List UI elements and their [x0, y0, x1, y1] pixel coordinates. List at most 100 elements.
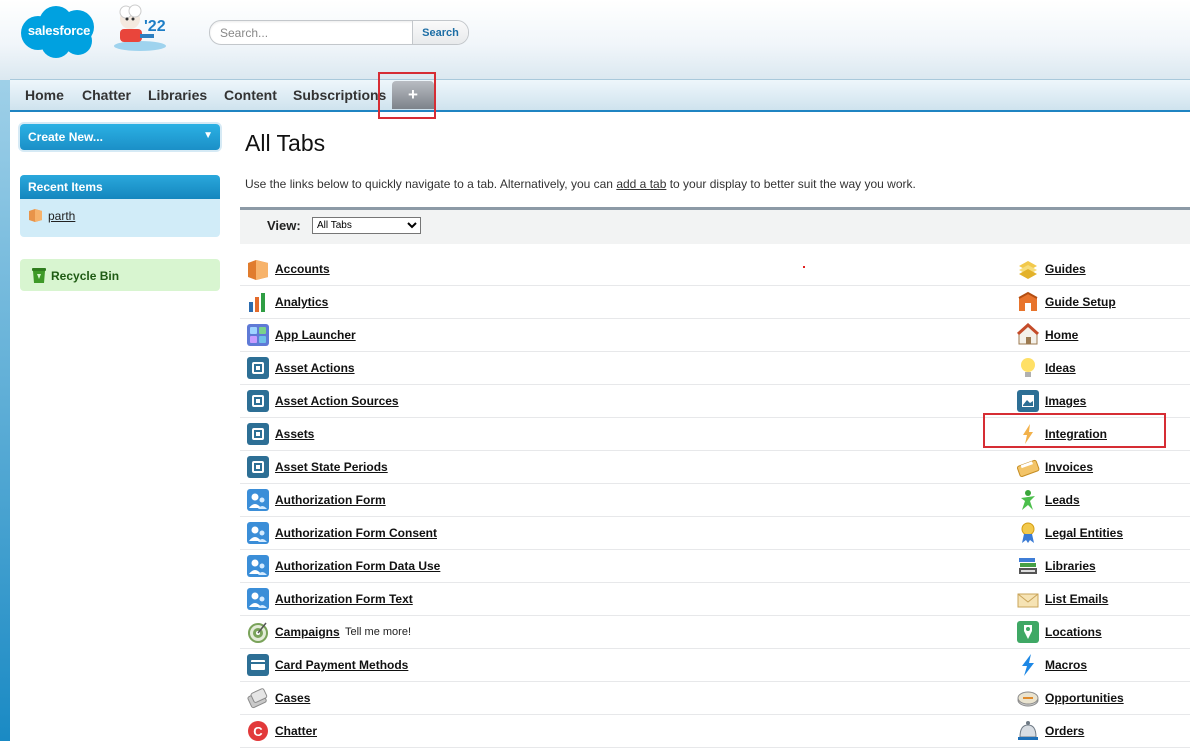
search-box: Search [209, 20, 469, 45]
view-bar: View: All Tabs [240, 210, 1190, 244]
view-select[interactable]: All Tabs [312, 217, 421, 234]
recent-items-title: Recent Items [28, 180, 103, 194]
highlight-box-integration [983, 413, 1166, 448]
red-dot [803, 266, 805, 268]
logo-text: salesforce [27, 23, 91, 38]
tab-link-label: Authorization Form Data Use [275, 559, 441, 573]
tab-list-row: Authorization Form Consent Legal Entities [240, 516, 1190, 550]
asset-icon [246, 455, 270, 479]
tab-link-label: Opportunities [1045, 691, 1124, 705]
tab-bar: Home Chatter Libraries Content Subscript… [10, 79, 1190, 112]
tab-list-row: Campaigns Tell me more! Locations [240, 615, 1190, 649]
tab-list-row: Authorization Form Text List Emails [240, 582, 1190, 616]
folder-icon [246, 257, 270, 281]
tab-link-label: Macros [1045, 658, 1088, 672]
tab-link-label: Asset State Periods [275, 460, 388, 474]
recent-item-label: parth [48, 209, 76, 223]
tab-list-row: Analytics Guide Setup [240, 285, 1190, 319]
tab-link-label: Asset Action Sources [275, 394, 399, 408]
view-label: View: [267, 218, 301, 233]
bell-icon [1016, 719, 1040, 743]
tab-subscriptions[interactable]: Subscriptions [293, 87, 386, 103]
tab-list-row: Cases Opportunities [240, 681, 1190, 715]
tab-link-label: Authorization Form Consent [275, 526, 437, 540]
search-button[interactable]: Search [412, 21, 468, 44]
tab-link-label: Leads [1045, 493, 1080, 507]
users-icon [246, 587, 270, 611]
coins-icon [1016, 686, 1040, 710]
asset-icon [246, 389, 270, 413]
tab-link-label: Locations [1045, 625, 1102, 639]
tab-content[interactable]: Content [224, 87, 277, 103]
tab-link-label: Accounts [275, 262, 330, 276]
library-icon [1016, 554, 1040, 578]
tab-link-label: Authorization Form [275, 493, 386, 507]
location-icon [1016, 620, 1040, 644]
tab-link-label: Legal Entities [1045, 526, 1124, 540]
caret-down-icon: ▼ [203, 130, 213, 141]
intro-text: Use the links below to quickly navigate … [245, 177, 916, 191]
users-icon [246, 521, 270, 545]
tab-link-label: Guides [1045, 262, 1086, 276]
tab-list-row: App Launcher Home [240, 318, 1190, 352]
tab-home[interactable]: Home [25, 87, 64, 103]
salesforce-logo[interactable]: salesforce [18, 5, 100, 59]
recent-items-header: Recent Items [20, 175, 220, 199]
tab-list-row: Asset Actions Ideas [240, 351, 1190, 385]
tab-link-label: Campaigns [275, 625, 340, 639]
person-icon [1016, 488, 1040, 512]
ribbon-icon [1016, 521, 1040, 545]
tab-link-label: App Launcher [275, 328, 356, 342]
header: salesforce '22 Search [0, 0, 1190, 80]
guides-icon [1016, 257, 1040, 281]
tab-list-panel: View: All Tabs Accounts Guides Analytics Gu… [240, 207, 1190, 748]
tab-list-row: Card Payment Methods Macros [240, 648, 1190, 682]
lightbulb-icon [1016, 356, 1040, 380]
tab-link-label: Libraries [1045, 559, 1096, 573]
tab-list-row: Accounts Guides [240, 252, 1190, 286]
search-input[interactable] [210, 21, 420, 44]
asset-icon [246, 422, 270, 446]
left-accent-strip [0, 80, 10, 741]
envelope-icon [1016, 587, 1040, 611]
images-icon [1016, 389, 1040, 413]
tab-link-label: Assets [275, 427, 315, 441]
account-folder-icon [29, 209, 42, 222]
recent-items-panel: Recent Items parth [20, 175, 220, 237]
house-icon [1016, 322, 1040, 347]
tab-link-label: Orders [1045, 724, 1085, 738]
chatter-icon: C [246, 719, 270, 743]
bar-chart-icon [246, 290, 270, 314]
asset-icon [246, 356, 270, 380]
cases-icon [246, 686, 270, 710]
release-label: '22 [144, 18, 166, 35]
tab-chatter[interactable]: Chatter [82, 87, 131, 103]
add-a-tab-link[interactable]: add a tab [616, 177, 666, 191]
create-new-label: Create New... [28, 130, 103, 144]
tab-libraries[interactable]: Libraries [148, 87, 207, 103]
tab-link-label: Cases [275, 691, 311, 705]
recycle-bin[interactable]: Recycle Bin [20, 259, 220, 291]
tab-list-row: C Chatter Orders [240, 714, 1190, 748]
tab-link-label: Analytics [275, 295, 329, 309]
tab-list-row: Authorization Form Leads [240, 483, 1190, 517]
users-icon [246, 554, 270, 578]
tab-link-label: Asset Actions [275, 361, 355, 375]
create-new-button[interactable]: Create New... ▼ [20, 124, 220, 150]
card-icon [246, 653, 270, 677]
tab-link-label: Chatter [275, 724, 318, 738]
highlight-box-plus-tab [378, 72, 436, 119]
tab-list-row: Asset State Periods Invoices [240, 450, 1190, 484]
intro-text-after: to your display to better suit the way y… [666, 177, 916, 191]
bolt-icon [1016, 653, 1040, 677]
tell-me-more-link[interactable]: Tell me more! [345, 626, 411, 638]
recycle-bin-label: Recycle Bin [51, 269, 120, 283]
tab-link-label: Invoices [1045, 460, 1094, 474]
recycle-bin-icon [32, 268, 46, 283]
tab-link-label: List Emails [1045, 592, 1109, 606]
tab-link-label: Images [1045, 394, 1087, 408]
calculator-icon [1016, 455, 1040, 479]
tab-link-label: Card Payment Methods [275, 658, 409, 672]
target-icon [246, 620, 270, 644]
tab-link-label: Home [1045, 328, 1079, 342]
